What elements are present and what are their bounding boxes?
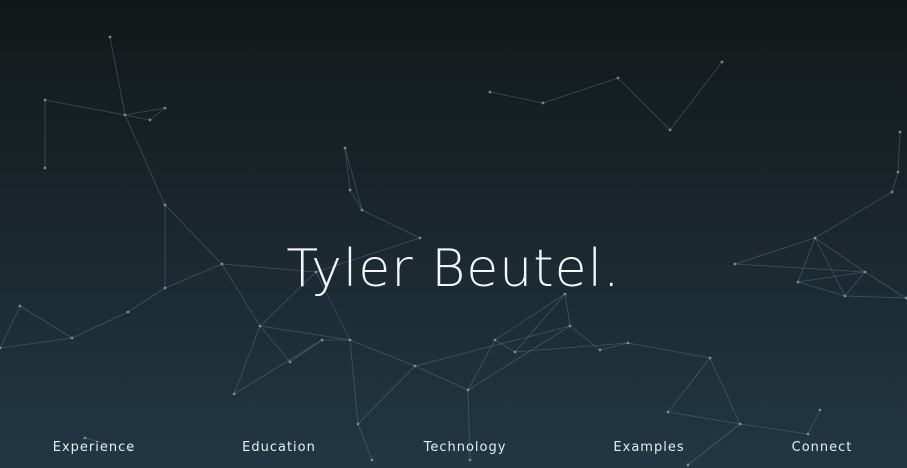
network-node: [598, 348, 602, 352]
network-node: [493, 338, 497, 342]
network-node: [668, 128, 672, 132]
network-link: [739, 423, 809, 435]
network-link: [814, 191, 893, 239]
network-node: [513, 350, 517, 354]
network-node: [686, 463, 690, 467]
network-node: [890, 190, 894, 194]
network-node: [258, 324, 262, 328]
network-link: [897, 131, 901, 173]
network-link: [349, 339, 359, 425]
nav-item-examples[interactable]: Examples: [613, 440, 684, 455]
network-node: [488, 90, 492, 94]
network-link: [109, 36, 126, 116]
network-node: [738, 422, 742, 426]
network-node: [666, 410, 670, 414]
network-node: [43, 166, 47, 170]
network-link: [617, 77, 671, 131]
network-node: [18, 304, 22, 308]
nav-item-connect[interactable]: Connect: [792, 440, 853, 455]
network-node: [43, 98, 47, 102]
network-link: [542, 77, 619, 104]
network-link: [807, 409, 821, 435]
network-node: [356, 422, 360, 426]
network-node: [320, 338, 324, 342]
network-link: [667, 357, 711, 413]
network-node: [0, 346, 2, 350]
network-node: [70, 336, 74, 340]
network-node: [348, 188, 352, 192]
network-link: [357, 365, 416, 425]
network-node: [818, 408, 822, 412]
network-link: [467, 339, 496, 391]
network-node: [126, 310, 130, 314]
network-link: [259, 325, 291, 363]
network-node: [343, 146, 347, 150]
network-node: [163, 203, 167, 207]
network-link: [124, 114, 151, 121]
network-link: [344, 147, 351, 191]
network-link: [233, 325, 261, 395]
network-link: [124, 107, 166, 116]
network-link: [627, 342, 711, 359]
nav-item-experience[interactable]: Experience: [53, 440, 136, 455]
network-link: [344, 147, 363, 211]
network-link: [414, 365, 469, 391]
network-link: [494, 339, 516, 353]
network-link: [0, 305, 21, 349]
network-link: [124, 114, 166, 206]
network-node: [720, 60, 724, 64]
network-node: [123, 113, 127, 117]
network-link: [44, 99, 126, 116]
network-node: [626, 341, 630, 345]
bottom-navigation: Experience Education Technology Examples…: [0, 440, 907, 460]
network-link: [259, 325, 351, 341]
network-link: [349, 339, 416, 367]
network-link: [667, 411, 741, 425]
network-link: [71, 311, 129, 339]
network-node: [232, 392, 236, 396]
network-node: [708, 356, 712, 360]
network-node: [616, 76, 620, 80]
network-link: [349, 189, 363, 211]
network-node: [83, 436, 87, 440]
network-link: [891, 171, 899, 193]
network-node: [108, 35, 112, 39]
network-node: [163, 106, 167, 110]
network-node: [568, 324, 572, 328]
network-node: [896, 170, 900, 174]
network-node: [360, 208, 364, 212]
nav-item-technology[interactable]: Technology: [424, 440, 507, 455]
network-link: [149, 107, 166, 121]
network-node: [898, 130, 902, 134]
network-node: [413, 364, 417, 368]
network-link: [467, 325, 571, 391]
network-node: [806, 432, 810, 436]
page-title: Tyler Beutel.: [286, 238, 621, 299]
network-node: [348, 338, 352, 342]
hero-section: Tyler Beutel. Experience Education Techn…: [0, 0, 907, 468]
network-node: [541, 101, 545, 105]
network-link: [709, 357, 741, 425]
network-link: [489, 91, 544, 104]
network-link: [414, 325, 571, 367]
network-link: [0, 337, 73, 349]
network-link: [669, 61, 723, 131]
network-node: [466, 388, 470, 392]
nav-item-education[interactable]: Education: [242, 440, 316, 455]
network-node: [148, 118, 152, 122]
network-link: [19, 305, 73, 339]
network-node: [288, 360, 292, 364]
